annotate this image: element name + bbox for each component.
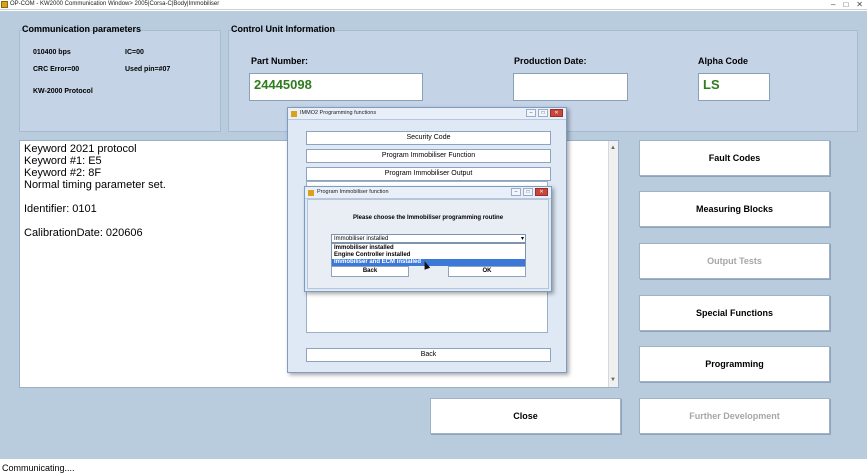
window-titlebar: OP-COM - KW2000 Communication Window> 20…	[0, 0, 867, 10]
protocol-label: KW-2000 Protocol	[33, 88, 93, 95]
window-title: OP-COM - KW2000 Communication Window> 20…	[10, 1, 220, 7]
part-number-field[interactable]: 24445098	[249, 73, 423, 101]
special-functions-button[interactable]: Special Functions	[639, 295, 830, 331]
used-pin: Used pin=#07	[125, 66, 171, 73]
control-unit-title: Control Unit Information	[231, 24, 335, 34]
status-bar: Communicating....	[0, 459, 867, 474]
maximize-icon[interactable]: □	[538, 109, 548, 117]
immo-dialog-title: IMMO2 Programming functions	[300, 110, 377, 116]
immo-dialog-titlebar: IMMO2 Programming functions – □ ✕	[288, 108, 566, 120]
measuring-blocks-button[interactable]: Measuring Blocks	[639, 191, 830, 227]
routine-select[interactable]: Immobiliser installed ▾	[331, 234, 526, 243]
alpha-code-label: Alpha Code	[698, 56, 749, 66]
minimize-icon[interactable]: –	[511, 188, 521, 196]
subdialog-prompt: Please choose the Immobiliser programmin…	[353, 215, 504, 221]
app-icon	[1, 1, 8, 8]
crc-error: CRC Error=00	[33, 66, 80, 73]
close-button[interactable]: Close	[430, 398, 621, 434]
programming-button[interactable]: Programming	[639, 346, 830, 382]
maximize-icon[interactable]: □	[523, 188, 533, 196]
maximize-icon[interactable]: □	[843, 0, 848, 9]
baud-rate: 010400 bps	[33, 49, 71, 56]
subdialog-back-button[interactable]: Back	[331, 266, 409, 277]
dialog-app-icon	[291, 111, 297, 117]
close-window-icon[interactable]: ✕	[856, 0, 863, 9]
minimize-icon[interactable]: –	[831, 0, 835, 9]
chevron-down-icon[interactable]: ▾	[521, 235, 524, 243]
production-date-label: Production Date:	[514, 56, 587, 66]
comm-params-group	[19, 30, 221, 132]
routine-select-value: Immobiliser installed	[334, 236, 389, 242]
further-development-button[interactable]: Further Development	[639, 398, 830, 434]
fault-codes-button[interactable]: Fault Codes	[639, 140, 830, 176]
part-number-label: Part Number:	[251, 56, 309, 66]
subdialog-ok-button[interactable]: OK	[448, 266, 526, 277]
option-immobiliser-installed[interactable]: Immobiliser installed	[332, 245, 525, 252]
option-engine-controller-installed[interactable]: Engine Controller installed	[332, 252, 525, 259]
status-text: Communicating....	[2, 463, 75, 473]
security-code-button[interactable]: Security Code	[306, 131, 551, 145]
subdialog-titlebar: Program Immobiliser function – □ ✕	[305, 187, 551, 199]
program-immobiliser-output-button[interactable]: Program Immobiliser Output	[306, 167, 551, 181]
scroll-down-icon[interactable]: ▼	[610, 374, 616, 386]
log-scrollbar[interactable]: ▲ ▼	[608, 141, 618, 387]
production-date-field[interactable]	[513, 73, 628, 101]
alpha-code-field[interactable]: LS	[698, 73, 770, 101]
dialog-app-icon	[308, 190, 314, 196]
close-dialog-icon[interactable]: ✕	[550, 109, 563, 117]
scroll-up-icon[interactable]: ▲	[610, 142, 616, 154]
ic-value: IC=00	[125, 49, 144, 56]
output-tests-button[interactable]: Output Tests	[639, 243, 830, 279]
immo-back-button[interactable]: Back	[306, 348, 551, 362]
close-dialog-icon[interactable]: ✕	[535, 188, 548, 196]
program-immobiliser-function-button[interactable]: Program Immobiliser Function	[306, 149, 551, 163]
subdialog-title: Program Immobiliser function	[317, 189, 389, 195]
minimize-icon[interactable]: –	[526, 109, 536, 117]
comm-params-title: Communication parameters	[22, 24, 142, 34]
